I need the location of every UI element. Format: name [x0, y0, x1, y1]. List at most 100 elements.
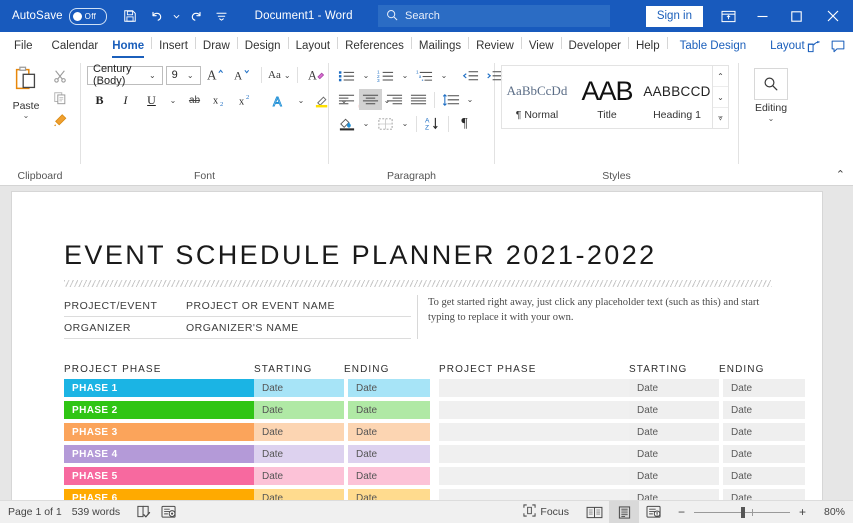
- tab-mailings[interactable]: Mailings: [412, 34, 468, 58]
- tab-calendar[interactable]: Calendar: [45, 34, 106, 58]
- undo-icon[interactable]: [144, 3, 170, 29]
- table-row[interactable]: PHASE 5 Date Date: [64, 467, 430, 485]
- table-row[interactable]: PROJECT/EVENT PROJECT OR EVENT NAME: [64, 295, 411, 317]
- ending-cell[interactable]: Date: [723, 401, 805, 419]
- sort-icon[interactable]: AZ: [421, 113, 444, 134]
- table-row[interactable]: Date Date: [439, 379, 805, 397]
- ending-cell[interactable]: Date: [723, 489, 805, 500]
- close-icon[interactable]: [813, 0, 853, 32]
- phase-bar[interactable]: PHASE 6: [64, 489, 254, 500]
- focus-mode-button[interactable]: Focus: [513, 501, 579, 523]
- shading-dropdown-icon[interactable]: ⌄: [359, 113, 373, 134]
- tab-table-design[interactable]: Table Design: [668, 34, 758, 58]
- subscript-button[interactable]: x2: [208, 90, 233, 111]
- document-heading-title[interactable]: EVENT SCHEDULE PLANNER 2021-2022: [64, 240, 772, 271]
- autosave-control[interactable]: AutoSave Off: [12, 8, 107, 25]
- tab-view[interactable]: View: [522, 34, 561, 58]
- project-event-value[interactable]: PROJECT OR EVENT NAME: [186, 300, 335, 312]
- starting-cell[interactable]: Date: [629, 467, 719, 485]
- table-row[interactable]: Date Date: [439, 467, 805, 485]
- starting-cell[interactable]: Date: [629, 379, 719, 397]
- redo-icon[interactable]: [184, 3, 210, 29]
- borders-icon[interactable]: [374, 113, 397, 134]
- ending-cell[interactable]: Date: [348, 423, 430, 441]
- clear-formatting-icon[interactable]: A: [304, 65, 328, 85]
- phase-cell[interactable]: [439, 445, 629, 463]
- instruction-text[interactable]: To get started right away, just click an…: [417, 295, 772, 339]
- phase-cell[interactable]: [439, 489, 629, 500]
- tab-design[interactable]: Design: [238, 34, 288, 58]
- borders-dropdown-icon[interactable]: ⌄: [398, 113, 412, 134]
- decrease-indent-icon[interactable]: [459, 65, 482, 86]
- table-row[interactable]: PHASE 1 Date Date: [64, 379, 430, 397]
- bold-button[interactable]: B: [87, 90, 112, 111]
- zoom-level[interactable]: 80%: [815, 506, 845, 518]
- tab-layout[interactable]: Layout: [289, 34, 338, 58]
- copy-icon[interactable]: [50, 89, 70, 107]
- bullets-icon[interactable]: [335, 65, 358, 86]
- more-styles-icon[interactable]: ⩔: [713, 108, 728, 128]
- chevron-up-icon[interactable]: ⌃: [713, 66, 728, 87]
- phase-cell[interactable]: [439, 467, 629, 485]
- grow-font-icon[interactable]: A: [204, 65, 228, 85]
- table-row[interactable]: Date Date: [439, 445, 805, 463]
- tab-references[interactable]: References: [338, 34, 411, 58]
- ending-cell[interactable]: Date: [348, 401, 430, 419]
- phase-bar[interactable]: PHASE 2: [64, 401, 254, 419]
- shrink-font-icon[interactable]: A: [231, 65, 255, 85]
- table-row[interactable]: Date Date: [439, 489, 805, 500]
- print-layout-icon[interactable]: [609, 501, 639, 523]
- document-canvas[interactable]: EVENT SCHEDULE PLANNER 2021-2022 PROJECT…: [0, 186, 853, 500]
- save-icon[interactable]: [117, 3, 143, 29]
- text-effects-icon[interactable]: A: [267, 90, 292, 111]
- customize-quick-access-toolbar-icon[interactable]: [211, 3, 233, 29]
- font-family-combobox[interactable]: Century (Body) ⌄: [87, 66, 163, 85]
- tab-developer[interactable]: Developer: [562, 34, 628, 58]
- document-page[interactable]: EVENT SCHEDULE PLANNER 2021-2022 PROJECT…: [12, 192, 822, 500]
- ending-cell[interactable]: Date: [723, 423, 805, 441]
- text-effects-dropdown-icon[interactable]: ⌄: [293, 90, 309, 111]
- format-painter-icon[interactable]: [50, 111, 70, 129]
- proofing-icon[interactable]: [130, 501, 156, 523]
- autosave-toggle[interactable]: Off: [69, 8, 107, 25]
- table-row[interactable]: PHASE 6 Date Date: [64, 489, 430, 500]
- table-row[interactable]: ORGANIZER ORGANIZER'S NAME: [64, 317, 411, 339]
- tab-help[interactable]: Help: [629, 34, 667, 58]
- ending-cell[interactable]: Date: [348, 467, 430, 485]
- table-row[interactable]: PHASE 3 Date Date: [64, 423, 430, 441]
- tab-insert[interactable]: Insert: [152, 34, 195, 58]
- superscript-button[interactable]: x2: [234, 90, 259, 111]
- ending-cell[interactable]: Date: [348, 489, 430, 500]
- starting-cell[interactable]: Date: [254, 489, 344, 500]
- tab-draw[interactable]: Draw: [196, 34, 237, 58]
- chevron-down-icon[interactable]: ⌄: [768, 116, 775, 122]
- search-box[interactable]: Search: [378, 5, 610, 27]
- zoom-out-button[interactable]: −: [675, 505, 688, 519]
- ending-cell[interactable]: Date: [723, 445, 805, 463]
- organizer-value[interactable]: ORGANIZER'S NAME: [186, 322, 299, 334]
- starting-cell[interactable]: Date: [629, 489, 719, 500]
- justify-icon[interactable]: [407, 89, 430, 110]
- font-size-combobox[interactable]: 9 ⌄: [166, 66, 201, 85]
- phase-bar[interactable]: PHASE 5: [64, 467, 254, 485]
- starting-cell[interactable]: Date: [629, 423, 719, 441]
- scissors-icon[interactable]: [50, 67, 70, 85]
- editing-button[interactable]: Editing ⌄: [743, 68, 799, 122]
- underline-dropdown-icon[interactable]: ⌄: [165, 90, 181, 111]
- ending-cell[interactable]: Date: [723, 467, 805, 485]
- search-input[interactable]: Search: [405, 10, 440, 22]
- phase-cell[interactable]: [439, 423, 629, 441]
- ending-cell[interactable]: Date: [723, 379, 805, 397]
- starting-cell[interactable]: Date: [254, 445, 344, 463]
- table-row[interactable]: Date Date: [439, 401, 805, 419]
- tab-home[interactable]: Home: [105, 34, 151, 58]
- accessibility-icon[interactable]: [156, 501, 182, 523]
- zoom-slider[interactable]: [694, 512, 790, 513]
- web-layout-icon[interactable]: [639, 501, 669, 523]
- zoom-in-button[interactable]: +: [796, 505, 809, 519]
- style-item-heading1[interactable]: AABBCCD Heading 1: [642, 66, 712, 128]
- collapse-ribbon-icon[interactable]: ⌃: [836, 168, 845, 181]
- phase-bar[interactable]: PHASE 1: [64, 379, 254, 397]
- chevron-down-icon[interactable]: ⌄: [145, 71, 160, 80]
- align-right-icon[interactable]: [383, 89, 406, 110]
